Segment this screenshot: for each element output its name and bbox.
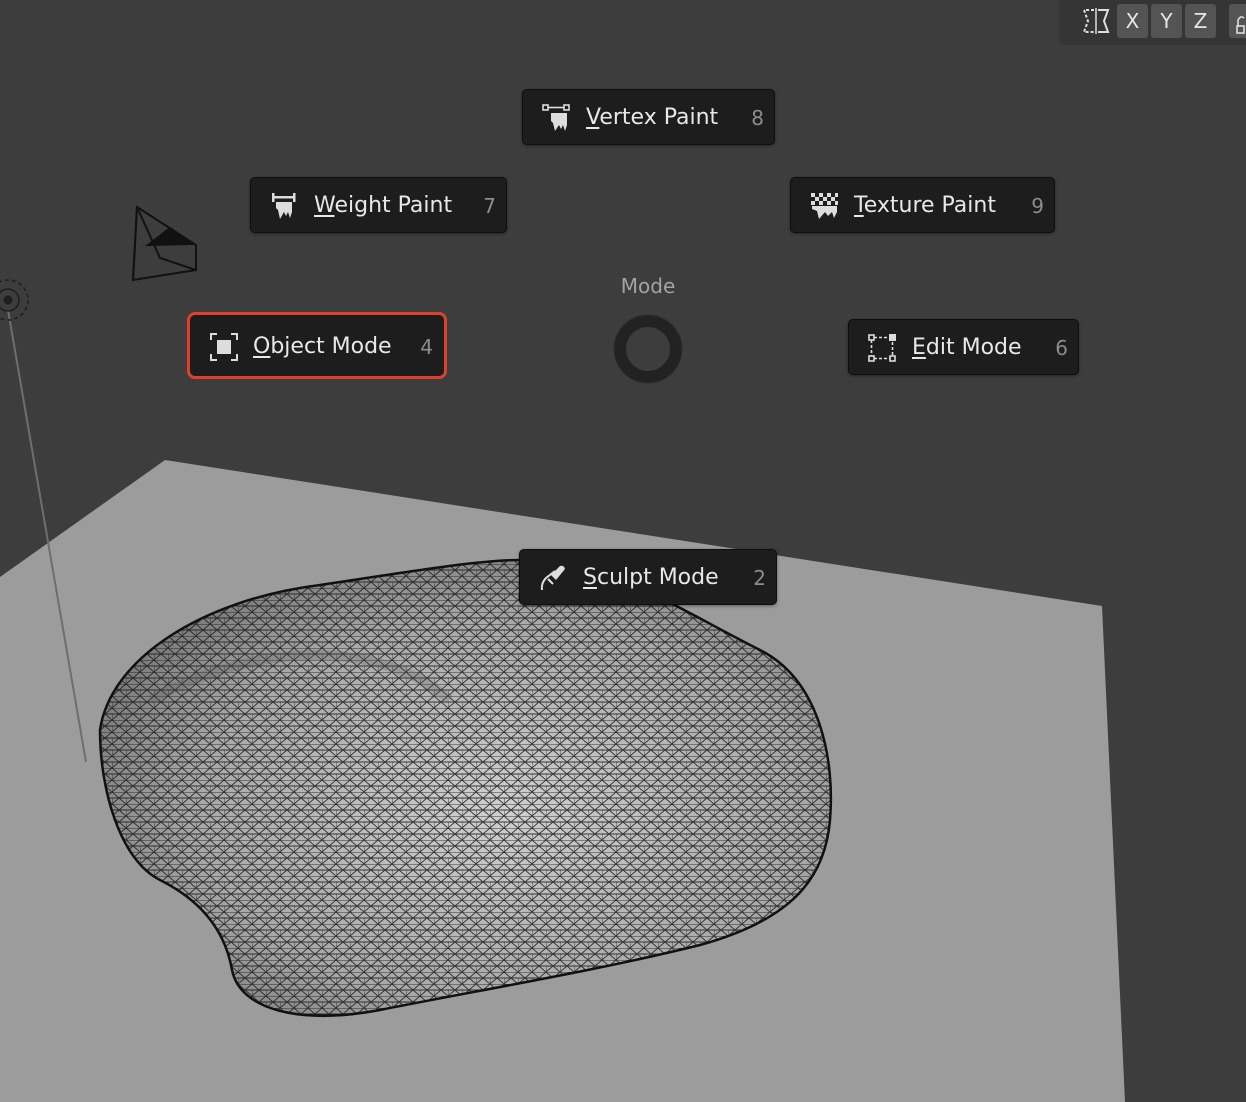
pie-menu-title: Mode	[620, 274, 676, 298]
weight-paint-label: Weight Paint	[314, 193, 453, 218]
weight-paint-icon	[272, 193, 296, 219]
sculpt-mode-icon	[540, 565, 565, 591]
sculpt-mode-item[interactable]: Sculpt Mode 2	[519, 549, 777, 605]
weight-paint-shortcut: 7	[483, 194, 496, 218]
vertex-paint-shortcut: 8	[751, 106, 764, 130]
edit-mode-label: Edit Mode	[912, 335, 1022, 360]
texture-paint-item[interactable]: Texture Paint 9	[790, 177, 1055, 233]
lock-icon[interactable]	[1229, 4, 1246, 38]
axis-x-button[interactable]: X	[1117, 4, 1148, 38]
3d-viewport[interactable]: X Y Z Mode Vertex Paint 8 Weight Paint 7…	[0, 0, 1246, 1102]
sculpt-mode-label: Sculpt Mode	[583, 565, 719, 590]
light-icon	[0, 279, 29, 321]
object-mode-shortcut: 4	[420, 335, 433, 359]
object-mode-item[interactable]: Object Mode 4	[190, 315, 444, 376]
vertex-paint-item[interactable]: Vertex Paint 8	[522, 89, 775, 145]
vertex-paint-label: Vertex Paint	[586, 105, 719, 130]
sculpt-mode-shortcut: 2	[753, 566, 766, 590]
texture-paint-icon	[811, 193, 838, 219]
edit-mode-shortcut: 6	[1055, 336, 1068, 360]
object-mode-icon	[210, 333, 238, 361]
texture-paint-label: Texture Paint	[854, 193, 996, 218]
vertex-paint-icon	[542, 104, 570, 131]
axis-y-button[interactable]: Y	[1151, 4, 1182, 38]
edit-mode-icon	[868, 334, 896, 362]
texture-paint-shortcut: 9	[1031, 194, 1044, 218]
axis-z-button[interactable]: Z	[1185, 4, 1216, 38]
object-mode-label: Object Mode	[253, 334, 392, 359]
mirror-icon[interactable]	[1080, 6, 1112, 36]
camera-icon	[131, 205, 197, 282]
weight-paint-item[interactable]: Weight Paint 7	[250, 177, 507, 233]
edit-mode-item[interactable]: Edit Mode 6	[848, 319, 1079, 375]
pie-center-ring	[613, 314, 683, 384]
